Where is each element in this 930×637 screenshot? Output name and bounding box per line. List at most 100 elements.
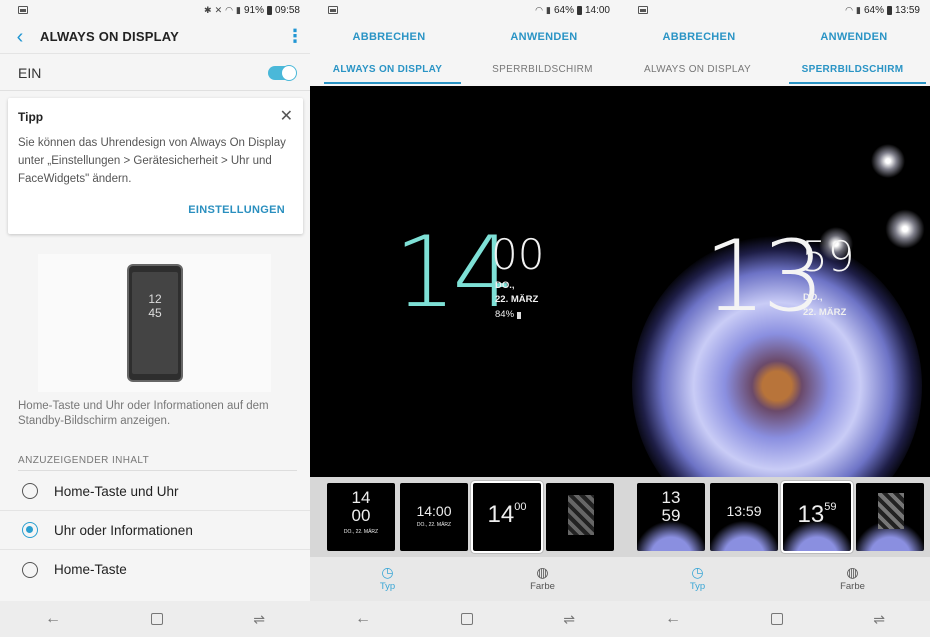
nav-back-icon[interactable]: ← <box>665 610 681 628</box>
thumb-line2: 59 <box>661 506 681 525</box>
clock-style-thumb[interactable]: 13:59 <box>710 483 778 551</box>
wifi-icon: ◠ <box>845 4 853 15</box>
clock-day: DO., <box>803 292 823 303</box>
thumb-sub: DO., 22. MÄRZ <box>343 529 379 535</box>
thumb-line1: 14 <box>351 488 371 507</box>
wifi-icon: ◠ <box>225 4 233 15</box>
description: Home-Taste und Uhr oder Informationen au… <box>18 400 269 427</box>
type-tab[interactable]: ◷ Typ <box>310 557 465 601</box>
color-tab[interactable]: ◍ Farbe <box>465 557 620 601</box>
close-icon[interactable]: ✕ <box>280 106 293 126</box>
battery-icon <box>886 5 892 15</box>
thumb-line2: 00 <box>514 501 527 513</box>
nav-home-icon[interactable] <box>151 613 164 625</box>
preview-clock: 12 45 <box>132 292 178 320</box>
clock-style-thumb[interactable]: 14:00 DO., 22. MÄRZ <box>400 483 468 551</box>
cube-pattern <box>878 493 904 529</box>
tab-always-on-display[interactable]: ALWAYS ON DISPLAY <box>620 54 775 86</box>
status-time: 13:59 <box>894 4 920 16</box>
status-bar: ✱ ✕ ◠ ▮ 91% 09:58 <box>0 0 310 20</box>
battery-percent: 64% <box>553 4 574 16</box>
app-bar: ‹ ALWAYS ON DISPLAY ⋮ <box>0 20 310 54</box>
color-tab-label: Farbe <box>530 581 555 592</box>
nav-bar: ← ⇌ <box>0 601 310 637</box>
lockscreen-style-screen: ◠ ▮ 64% 13:59 ABBRECHEN ANWENDEN ALWAYS … <box>620 0 930 637</box>
clock-date: 22. MÄRZ <box>495 294 539 305</box>
type-tab[interactable]: ◷ Typ <box>620 557 775 601</box>
switch-knob <box>281 64 297 81</box>
tab-lock-screen[interactable]: SPERRBILDSCHIRM <box>465 54 620 86</box>
apply-button[interactable]: ANWENDEN <box>510 31 577 43</box>
gallery-notification-icon <box>638 6 648 14</box>
nav-back-icon[interactable]: ← <box>45 610 61 628</box>
nav-back-icon[interactable]: ← <box>355 610 371 628</box>
dandelion-seed <box>868 141 908 181</box>
clock-style-list: 13 59 13:59 1359 <box>620 477 930 557</box>
clock-minute: 59 <box>801 232 855 281</box>
nav-home-icon[interactable] <box>771 613 784 625</box>
signal-icon: ▮ <box>236 4 241 15</box>
nav-recent-icon[interactable]: ⇌ <box>873 611 885 628</box>
lockscreen-preview: 13 59 DO., 22. MÄRZ <box>620 86 930 477</box>
clock-style-list: 14 00 DO., 22. MÄRZ 14:00 DO., 22. MÄRZ … <box>310 477 620 557</box>
clock-day: DO., <box>495 280 515 291</box>
apply-button[interactable]: ANWENDEN <box>820 31 887 43</box>
radio-button-selected[interactable] <box>22 522 38 538</box>
thumb-line1: 13 <box>797 501 825 528</box>
status-bar: ◠ ▮ 64% 14:00 <box>310 0 620 20</box>
tab-bar: ALWAYS ON DISPLAY SPERRBILDSCHIRM <box>620 54 930 86</box>
tip-title: Tipp <box>18 110 44 124</box>
cancel-button[interactable]: ABBRECHEN <box>352 31 425 43</box>
battery-icon <box>517 312 521 319</box>
thumb-sub: DO., 22. MÄRZ <box>416 522 452 528</box>
type-tab-label: Typ <box>689 581 706 592</box>
preview-card: 12 45 <box>38 254 271 392</box>
option-row[interactable]: Home-Taste <box>0 550 310 589</box>
tab-lock-screen[interactable]: SPERRBILDSCHIRM <box>775 54 930 86</box>
clock-style-thumb-selected[interactable]: 1359 <box>781 481 853 553</box>
clock-style-thumb-selected[interactable]: 1400 <box>471 481 543 553</box>
preview-hour: 12 <box>148 292 162 306</box>
option-row[interactable]: Home-Taste und Uhr <box>0 472 310 511</box>
nav-recent-icon[interactable]: ⇌ <box>563 611 575 628</box>
master-toggle-row[interactable]: EIN <box>0 55 310 91</box>
signal-icon: ▮ <box>546 4 551 15</box>
bottom-tab-bar: ◷ Typ ◍ Farbe <box>310 557 620 601</box>
thumb-line2: 59 <box>824 501 837 513</box>
thumb-line1: 14:00 <box>416 503 452 519</box>
action-bar: ABBRECHEN ANWENDEN <box>310 20 620 54</box>
palette-icon: ◍ <box>536 564 549 580</box>
gallery-notification-icon <box>328 6 338 14</box>
bluetooth-icon: ✱ <box>204 4 212 15</box>
clock-style-thumb[interactable]: 13 59 <box>637 483 705 551</box>
always-on-switch[interactable] <box>268 64 297 81</box>
clock-date: 22. MÄRZ <box>803 307 847 318</box>
option-row[interactable]: Uhr oder Informationen <box>0 511 310 550</box>
clock-preview: 14 00 DO., 22. MÄRZ 84% <box>310 86 620 477</box>
status-bar: ◠ ▮ 64% 13:59 <box>620 0 930 20</box>
option-label: Uhr oder Informationen <box>54 522 193 538</box>
mute-icon: ✕ <box>214 4 223 15</box>
status-time: 09:58 <box>274 4 300 16</box>
nav-home-icon[interactable] <box>461 613 474 625</box>
radio-button[interactable] <box>22 483 38 499</box>
tab-always-on-display[interactable]: ALWAYS ON DISPLAY <box>310 54 465 86</box>
settings-link[interactable]: EINSTELLUNGEN <box>188 204 285 216</box>
clock-style-thumb[interactable]: 14 00 DO., 22. MÄRZ <box>327 483 395 551</box>
clock-icon: ◷ <box>381 564 394 580</box>
cancel-button[interactable]: ABBRECHEN <box>662 31 735 43</box>
battery-percent: 91% <box>243 4 264 16</box>
color-tab[interactable]: ◍ Farbe <box>775 557 930 601</box>
phone-illustration: 12 45 <box>127 264 183 382</box>
thumb-line1: 13:59 <box>726 503 762 519</box>
clock-style-thumb-cube[interactable] <box>856 483 924 551</box>
option-label: Home-Taste und Uhr <box>54 483 179 499</box>
tab-bar: ALWAYS ON DISPLAY SPERRBILDSCHIRM <box>310 54 620 86</box>
thumb-line1: 14 <box>487 501 515 528</box>
back-arrow-icon[interactable]: ‹ <box>0 20 40 54</box>
clock-style-thumb-cube[interactable] <box>546 483 614 551</box>
more-options-icon[interactable]: ⋮ <box>280 26 310 47</box>
nav-recent-icon[interactable]: ⇌ <box>253 611 265 628</box>
section-header: ANZUZEIGENDER INHALT <box>18 455 297 471</box>
radio-button[interactable] <box>22 561 38 578</box>
